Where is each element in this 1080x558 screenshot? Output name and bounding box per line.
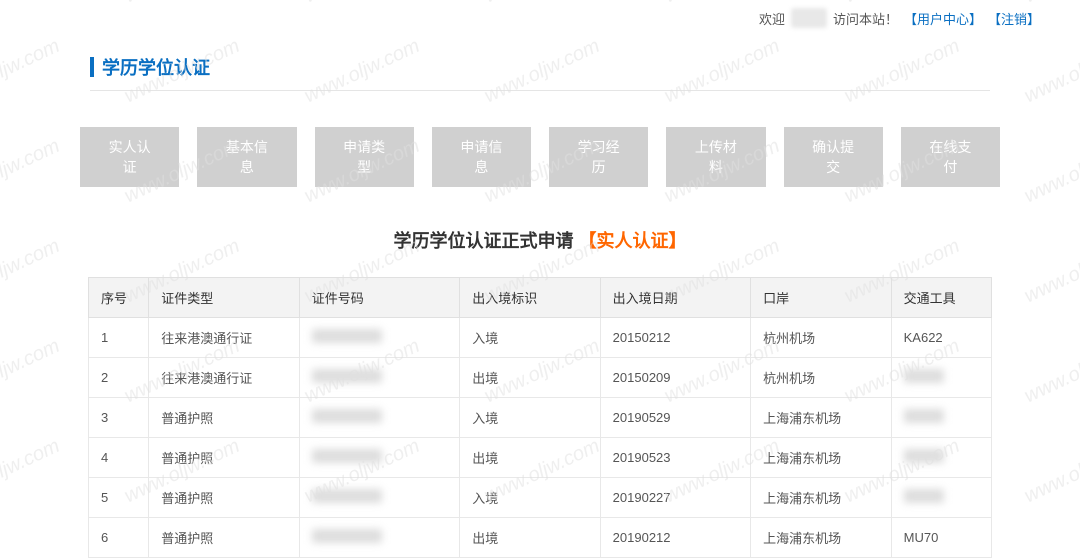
cell-type: 往来港澳通行证 [149,358,300,398]
step-online-pay[interactable]: 在线支付 [901,127,1000,187]
cell-date: 20190523 [600,438,751,478]
cell-date: 20190227 [600,478,751,518]
section-title: 学历学位认证 [90,36,990,91]
cell-vehicle [891,358,991,398]
cell-date: 20190529 [600,398,751,438]
cell-port: 上海浦东机场 [751,438,891,478]
cell-idno [299,478,460,518]
step-confirm-submit[interactable]: 确认提交 [784,127,883,187]
title-bar-icon [90,57,94,77]
th-idno: 证件号码 [299,278,460,318]
main-title-orange: 【实人认证】 [579,231,687,251]
cell-flag: 出境 [460,518,600,558]
cell-date: 20190212 [600,518,751,558]
visit-text: 访问本站！ [833,9,898,28]
table-row: 1往来港澳通行证 入境20150212杭州机场KA622 [89,318,992,358]
th-port: 口岸 [751,278,891,318]
cell-port: 杭州机场 [751,358,891,398]
step-basic-info[interactable]: 基本信息 [197,127,296,187]
cell-type: 往来港澳通行证 [149,318,300,358]
cell-vehicle: MU70 [891,518,991,558]
table-row: 5普通护照 入境20190227上海浦东机场 [89,478,992,518]
th-flag: 出入境标识 [460,278,600,318]
step-apply-type[interactable]: 申请类型 [315,127,414,187]
step-nav: 实人认证 基本信息 申请类型 申请信息 学习经历 上传材料 确认提交 在线支付 [80,127,1000,187]
table-row: 6普通护照 出境20190212上海浦东机场MU70 [89,518,992,558]
user-center-link[interactable]: 【用户中心】 [904,9,982,28]
cell-vehicle [891,478,991,518]
logout-link[interactable]: 【注销】 [988,9,1040,28]
cell-port: 上海浦东机场 [751,518,891,558]
cell-no: 1 [89,318,149,358]
table-row: 3普通护照 入境20190529上海浦东机场 [89,398,992,438]
cell-date: 20150212 [600,318,751,358]
cell-vehicle [891,398,991,438]
cell-port: 杭州机场 [751,318,891,358]
cell-idno [299,398,460,438]
step-study-history[interactable]: 学习经历 [549,127,648,187]
cell-flag: 出境 [460,358,600,398]
table-row: 4普通护照 出境20190523上海浦东机场 [89,438,992,478]
records-table: 序号 证件类型 证件号码 出入境标识 出入境日期 口岸 交通工具 1往来港澳通行… [88,277,992,558]
cell-idno [299,518,460,558]
cell-no: 6 [89,518,149,558]
cell-no: 3 [89,398,149,438]
welcome-text: 欢迎 [759,9,785,28]
cell-vehicle: KA622 [891,318,991,358]
cell-flag: 出境 [460,438,600,478]
cell-flag: 入境 [460,478,600,518]
cell-no: 4 [89,438,149,478]
cell-date: 20150209 [600,358,751,398]
main-title: 学历学位认证正式申请 【实人认证】 [80,227,1000,253]
cell-idno [299,438,460,478]
main-title-black: 学历学位认证正式申请 [393,231,573,251]
content-wrapper: 学历学位认证 实人认证 基本信息 申请类型 申请信息 学习经历 上传材料 确认提… [0,36,1080,558]
step-upload-material[interactable]: 上传材料 [666,127,765,187]
avatar [791,8,827,28]
table-header-row: 序号 证件类型 证件号码 出入境标识 出入境日期 口岸 交通工具 [89,278,992,318]
cell-idno [299,358,460,398]
cell-no: 5 [89,478,149,518]
cell-no: 2 [89,358,149,398]
cell-flag: 入境 [460,318,600,358]
step-identity[interactable]: 实人认证 [80,127,179,187]
th-vehicle: 交通工具 [891,278,991,318]
table-row: 2往来港澳通行证 出境20150209杭州机场 [89,358,992,398]
th-no: 序号 [89,278,149,318]
cell-port: 上海浦东机场 [751,478,891,518]
cell-type: 普通护照 [149,518,300,558]
step-apply-info[interactable]: 申请信息 [432,127,531,187]
cell-type: 普通护照 [149,438,300,478]
section-title-text: 学历学位认证 [102,54,210,80]
table-wrap: 序号 证件类型 证件号码 出入境标识 出入境日期 口岸 交通工具 1往来港澳通行… [80,277,1000,558]
cell-type: 普通护照 [149,478,300,518]
cell-flag: 入境 [460,398,600,438]
th-date: 出入境日期 [600,278,751,318]
top-bar: 欢迎 访问本站！ 【用户中心】 【注销】 [0,0,1080,36]
table-body: 1往来港澳通行证入境20150212杭州机场KA6222往来港澳通行证出境201… [89,318,992,558]
cell-type: 普通护照 [149,398,300,438]
cell-port: 上海浦东机场 [751,398,891,438]
cell-idno [299,318,460,358]
cell-vehicle [891,438,991,478]
th-type: 证件类型 [149,278,300,318]
